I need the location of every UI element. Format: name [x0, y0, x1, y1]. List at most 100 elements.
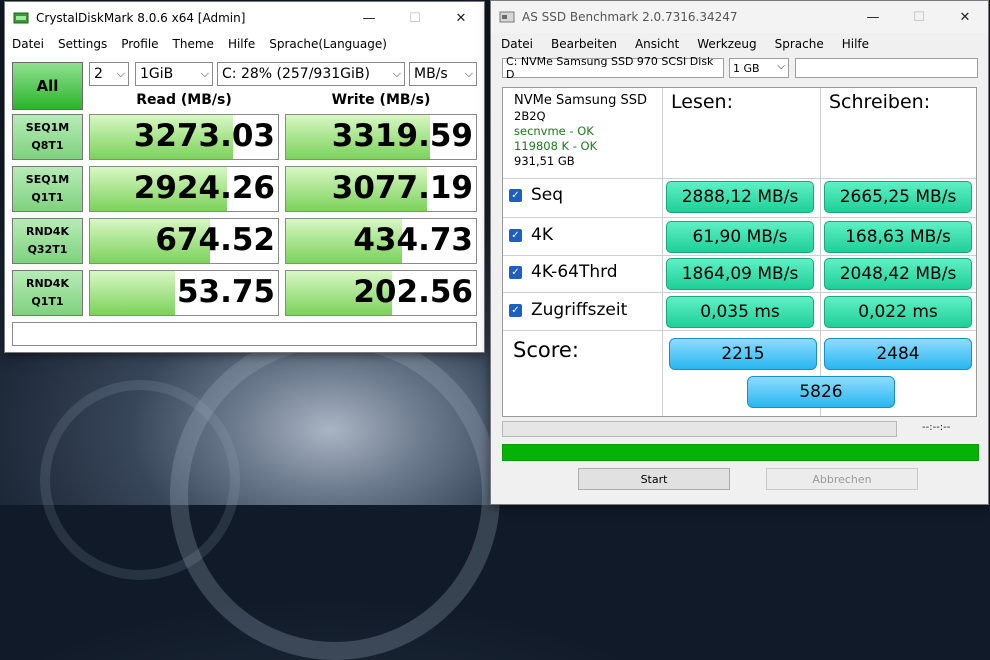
cdm-main: All 2 ⌵ 1GiB ⌵ C: 28% (257/931GiB) ⌵ MB/s ⌵ …	[5, 54, 484, 352]
as-ssd-app-icon	[499, 11, 515, 23]
menu-werkzeug[interactable]: Werkzeug	[687, 37, 764, 51]
menu-profile[interactable]: Profile	[114, 37, 165, 51]
read-value: 53.75	[176, 274, 275, 310]
minimize-icon[interactable]: —	[850, 1, 896, 33]
seq1m-q8t1-button[interactable]: SEQ1M Q8T1	[12, 114, 83, 160]
checkbox-icon[interactable]: ✓	[509, 303, 522, 317]
4k-write-result: 168,63 MB/s	[824, 221, 972, 253]
4k-read-result: 61,90 MB/s	[666, 221, 814, 253]
score-label: Score:	[513, 338, 579, 362]
seq1m-q1t1-button[interactable]: SEQ1M Q1T1	[12, 166, 83, 212]
menu-datei[interactable]: Datei	[5, 37, 51, 51]
menu-theme[interactable]: Theme	[166, 37, 221, 51]
seq-read-result: 2888,12 MB/s	[666, 181, 814, 213]
asssd-window-title: AS SSD Benchmark 2.0.7316.34247	[522, 10, 738, 24]
test-count-select[interactable]: 2 ⌵	[89, 62, 129, 86]
seq-label: Seq	[531, 185, 564, 205]
asssd-titlebar: AS SSD Benchmark 2.0.7316.34247 — ☐ ✕	[491, 1, 988, 33]
grid-line	[503, 255, 976, 256]
chevron-down-icon: ⌵	[116, 67, 125, 80]
test-params: Q1T1	[31, 191, 64, 204]
comment-field[interactable]	[12, 322, 477, 346]
elapsed-time: --:--:--	[922, 422, 951, 433]
chevron-down-icon: ⌵	[392, 67, 401, 80]
test-name: RND4K	[26, 277, 69, 290]
cdm-window-title: CrystalDiskMark 8.0.6 x64 [Admin]	[36, 11, 246, 25]
write-value: 202.56	[353, 274, 473, 310]
score-total: 5826	[747, 376, 895, 408]
close-icon[interactable]: ✕	[438, 2, 484, 34]
menu-settings[interactable]: Settings	[51, 37, 114, 51]
write-result-cell: 3077.19	[285, 166, 477, 212]
menu-sprache[interactable]: Sprache	[765, 37, 832, 51]
rnd4k-q1t1-button[interactable]: RND4K Q1T1	[12, 270, 83, 316]
test-count-value: 2	[94, 66, 103, 82]
chevron-down-icon: ⌵	[777, 61, 785, 72]
access-time-label: Zugriffszeit	[531, 300, 628, 320]
test-size-select[interactable]: 1GiB ⌵	[135, 62, 213, 86]
seq-row-label[interactable]: ✓ Seq	[509, 185, 563, 205]
minimize-icon[interactable]: —	[346, 2, 392, 34]
read-header: Read (MB/s)	[136, 92, 232, 108]
menu-language[interactable]: Sprache(Language)	[262, 37, 394, 51]
test-params: Q1T1	[31, 295, 64, 308]
all-button[interactable]: All	[12, 62, 83, 110]
write-value: 3319.59	[331, 118, 473, 154]
extra-field[interactable]	[795, 58, 978, 78]
menu-hilfe[interactable]: Hilfe	[221, 37, 262, 51]
crystaldiskmark-window: CrystalDiskMark 8.0.6 x64 [Admin] — ☐ ✕ …	[4, 1, 485, 353]
overall-progress-bar	[502, 444, 979, 461]
chevron-down-icon: ⌵	[464, 67, 473, 80]
checkbox-icon[interactable]: ✓	[509, 188, 522, 202]
write-result-cell: 434.73	[285, 218, 477, 264]
drive-capacity: 931,51 GB	[514, 154, 575, 168]
crystaldiskmark-app-icon	[13, 12, 29, 24]
read-value: 2924.26	[133, 170, 275, 206]
4k64-read-result: 1864,09 MB/s	[666, 258, 814, 290]
abort-button[interactable]: Abbrechen	[766, 468, 918, 490]
write-value: 3077.19	[331, 170, 473, 206]
driver-status: secnvme - OK	[514, 124, 594, 138]
wallpaper-ring	[40, 380, 240, 580]
checkbox-icon[interactable]: ✓	[509, 228, 522, 242]
chevron-down-icon: ⌵	[200, 67, 209, 80]
menu-bearbeiten[interactable]: Bearbeiten	[541, 37, 625, 51]
maximize-icon[interactable]: ☐	[392, 2, 438, 34]
menu-datei[interactable]: Datei	[491, 37, 541, 51]
seq-write-result: 2665,25 MB/s	[824, 181, 972, 213]
write-value: 434.73	[353, 222, 473, 258]
access-read-result: 0,035 ms	[666, 296, 814, 328]
unit-select[interactable]: MB/s ⌵	[409, 62, 477, 86]
4k64-row-label[interactable]: ✓ 4K-64Thrd	[509, 262, 618, 282]
4k-row-label[interactable]: ✓ 4K	[509, 225, 553, 245]
test-name: RND4K	[26, 225, 69, 238]
test-name: SEQ1M	[25, 121, 70, 134]
start-button[interactable]: Start	[578, 468, 730, 490]
4k64-write-result: 2048,42 MB/s	[824, 258, 972, 290]
cdm-menubar: Datei Settings Profile Theme Hilfe Sprac…	[5, 34, 484, 54]
alignment-status: 119808 K - OK	[514, 139, 598, 153]
grid-line	[503, 217, 976, 218]
access-time-row-label[interactable]: ✓ Zugriffszeit	[509, 300, 627, 320]
menu-hilfe[interactable]: Hilfe	[832, 37, 877, 51]
results-panel: NVMe Samsung SSD 2B2Q secnvme - OK 11980…	[502, 87, 977, 417]
test-progress-bar	[502, 421, 897, 437]
score-read: 2215	[669, 338, 817, 370]
size-value: 1 GB	[733, 61, 760, 75]
menu-ansicht[interactable]: Ansicht	[625, 37, 687, 51]
read-result-cell: 2924.26	[89, 166, 279, 212]
rnd4k-q32t1-button[interactable]: RND4K Q32T1	[12, 218, 83, 264]
test-params: Q32T1	[27, 243, 68, 256]
grid-line	[662, 88, 663, 416]
size-select[interactable]: 1 GB ⌵	[729, 58, 789, 78]
drive-select[interactable]: C: NVMe Samsung SSD 970 SCSI Disk D	[502, 55, 724, 81]
drive-firmware: 2B2Q	[514, 109, 546, 123]
drive-select[interactable]: C: 28% (257/931GiB) ⌵	[217, 62, 405, 86]
read-result-cell: 3273.03	[89, 114, 279, 160]
checkbox-icon[interactable]: ✓	[509, 265, 522, 279]
close-icon[interactable]: ✕	[942, 1, 988, 33]
test-params: Q8T1	[31, 139, 64, 152]
4k64-label: 4K-64Thrd	[531, 262, 618, 282]
unit-value: MB/s	[414, 66, 448, 82]
maximize-icon[interactable]: ☐	[896, 1, 942, 33]
